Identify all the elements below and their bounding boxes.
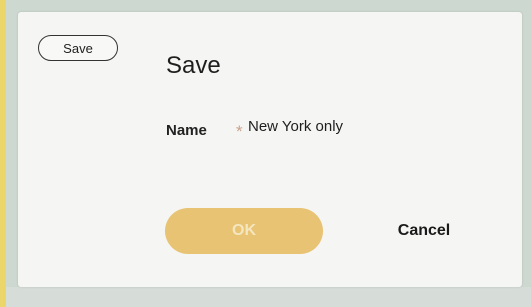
- required-asterisk-icon: *: [236, 122, 243, 141]
- name-input[interactable]: [248, 113, 448, 139]
- bottom-strip: [6, 287, 531, 307]
- dialog-title: Save: [166, 52, 221, 79]
- name-label: Name: [166, 122, 207, 139]
- save-dialog: Save Save Name * OK Cancel: [18, 12, 522, 287]
- save-chip-button[interactable]: Save: [38, 35, 118, 61]
- ok-button[interactable]: OK: [165, 208, 323, 254]
- cancel-button[interactable]: Cancel: [374, 208, 474, 254]
- left-accent-bar: [0, 0, 6, 307]
